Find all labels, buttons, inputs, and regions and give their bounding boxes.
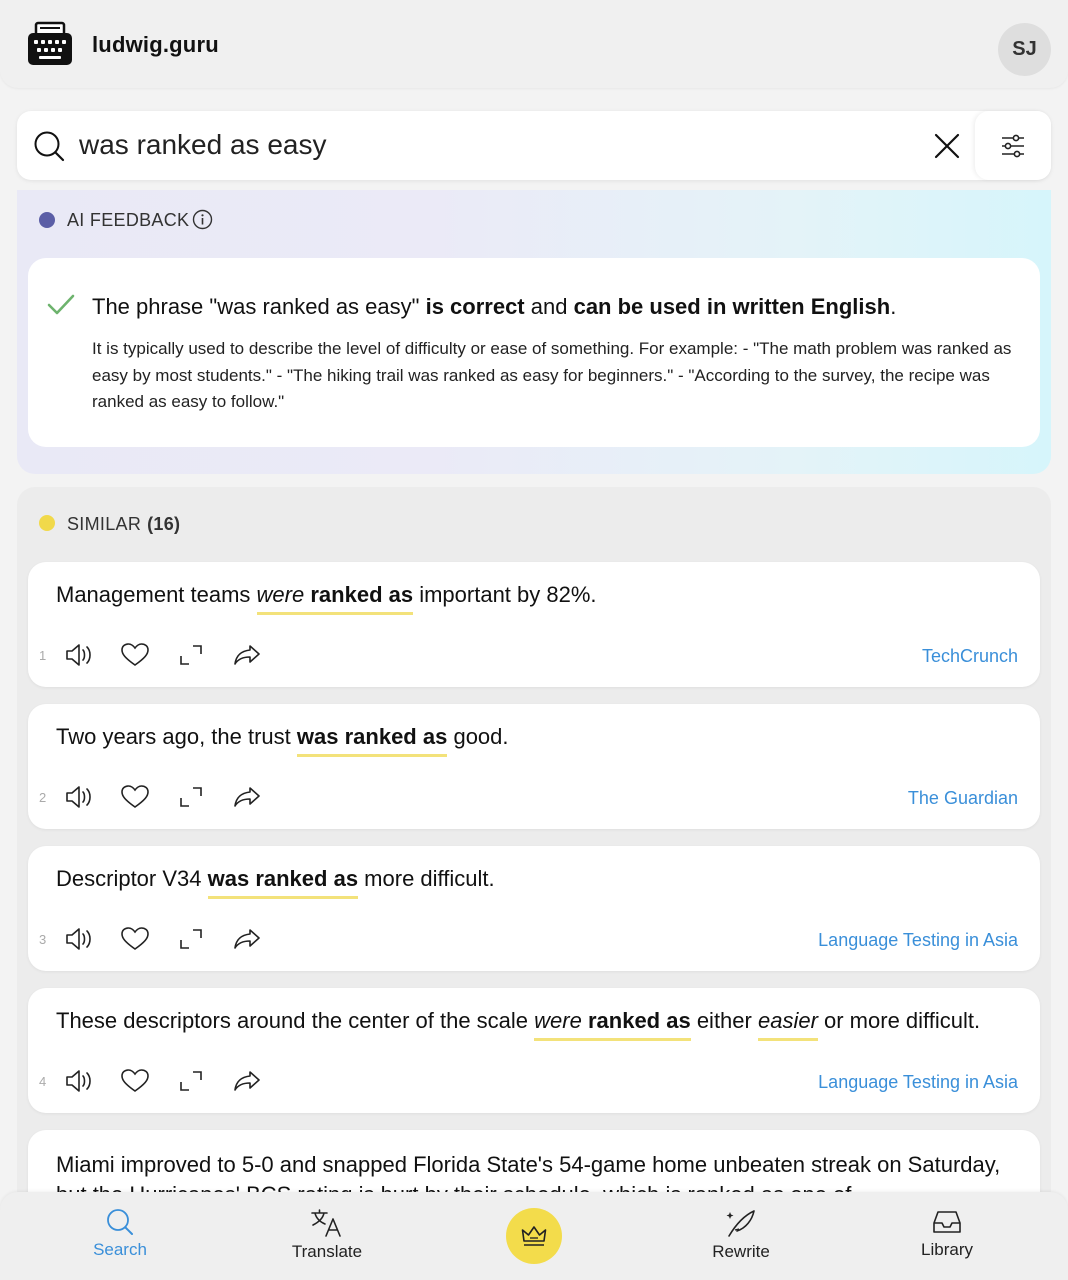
premium-button[interactable] bbox=[506, 1208, 562, 1264]
share-icon[interactable] bbox=[232, 784, 262, 810]
speaker-icon[interactable] bbox=[64, 926, 94, 952]
info-icon[interactable] bbox=[192, 209, 213, 230]
search-icon bbox=[34, 131, 65, 162]
quill-icon bbox=[726, 1210, 755, 1237]
typewriter-logo-icon[interactable] bbox=[27, 21, 73, 67]
ai-feedback-section: AI FEEDBACK The phrase "was ranked as ea… bbox=[17, 190, 1051, 474]
brand-name[interactable]: ludwig.guru bbox=[92, 32, 219, 58]
share-icon[interactable] bbox=[232, 642, 262, 668]
result-number: 1 bbox=[39, 648, 47, 663]
result-card[interactable]: Descriptor V34 was ranked as more diffic… bbox=[28, 846, 1040, 971]
result-number: 2 bbox=[39, 790, 47, 805]
check-icon bbox=[47, 294, 75, 315]
expand-icon[interactable] bbox=[176, 926, 206, 952]
result-number: 4 bbox=[39, 1074, 47, 1089]
heart-icon[interactable] bbox=[120, 1068, 150, 1094]
ai-feedback-title: AI FEEDBACK bbox=[67, 210, 190, 230]
ai-explanation: It is typically used to describe the lev… bbox=[92, 339, 1012, 411]
translate-icon bbox=[311, 1209, 341, 1237]
ai-verdict: The phrase "was ranked as easy" is corre… bbox=[92, 294, 897, 319]
search-input[interactable] bbox=[79, 123, 919, 167]
search-icon bbox=[107, 1209, 133, 1235]
avatar[interactable]: SJ bbox=[998, 23, 1051, 76]
heart-icon[interactable] bbox=[120, 642, 150, 668]
result-source-link[interactable]: Language Testing in Asia bbox=[818, 930, 1018, 951]
nav-rewrite-label: Rewrite bbox=[712, 1242, 770, 1261]
bottom-nav: Search Translate Rewrite Library bbox=[0, 1192, 1068, 1280]
result-sentence: Management teams were ranked as importan… bbox=[56, 582, 597, 615]
top-bar: ludwig.guru SJ bbox=[0, 0, 1068, 88]
speaker-icon[interactable] bbox=[64, 784, 94, 810]
nav-translate[interactable]: Translate bbox=[267, 1202, 387, 1272]
expand-icon[interactable] bbox=[176, 1068, 206, 1094]
result-card[interactable]: Management teams were ranked as importan… bbox=[28, 562, 1040, 687]
result-card[interactable]: Two years ago, the trust was ranked as g… bbox=[28, 704, 1040, 829]
nav-translate-label: Translate bbox=[291, 1242, 363, 1261]
nav-library[interactable]: Library bbox=[887, 1202, 1007, 1272]
nav-rewrite[interactable]: Rewrite bbox=[681, 1202, 801, 1272]
similar-count: (16) bbox=[147, 514, 181, 534]
expand-icon[interactable] bbox=[176, 642, 206, 668]
filter-button[interactable] bbox=[975, 111, 1051, 180]
result-number: 3 bbox=[39, 932, 47, 947]
nav-search[interactable]: Search bbox=[60, 1202, 180, 1272]
heart-icon[interactable] bbox=[120, 926, 150, 952]
nav-library-label: Library bbox=[921, 1240, 973, 1259]
inbox-icon bbox=[933, 1211, 961, 1233]
clear-search-icon[interactable] bbox=[929, 128, 965, 164]
heart-icon[interactable] bbox=[120, 784, 150, 810]
similar-title: SIMILAR (16) bbox=[67, 514, 181, 534]
share-icon[interactable] bbox=[232, 1068, 262, 1094]
ai-feedback-card: The phrase "was ranked as easy" is corre… bbox=[28, 258, 1040, 447]
result-card[interactable]: These descriptors around the center of t… bbox=[28, 988, 1040, 1113]
result-source-link[interactable]: The Guardian bbox=[908, 788, 1018, 809]
speaker-icon[interactable] bbox=[64, 642, 94, 668]
ai-feedback-dot bbox=[39, 212, 55, 228]
result-sentence: Two years ago, the trust was ranked as g… bbox=[56, 724, 509, 757]
result-sentence: These descriptors around the center of t… bbox=[56, 1008, 980, 1041]
search-bar bbox=[17, 111, 1051, 180]
sliders-icon bbox=[1002, 134, 1024, 157]
share-icon[interactable] bbox=[232, 926, 262, 952]
similar-dot bbox=[39, 515, 55, 531]
crown-icon bbox=[521, 1226, 547, 1246]
result-source-link[interactable]: TechCrunch bbox=[922, 646, 1018, 667]
result-sentence: Descriptor V34 was ranked as more diffic… bbox=[56, 866, 495, 899]
result-source-link[interactable]: Language Testing in Asia bbox=[818, 1072, 1018, 1093]
nav-search-label: Search bbox=[93, 1240, 147, 1259]
speaker-icon[interactable] bbox=[64, 1068, 94, 1094]
expand-icon[interactable] bbox=[176, 784, 206, 810]
